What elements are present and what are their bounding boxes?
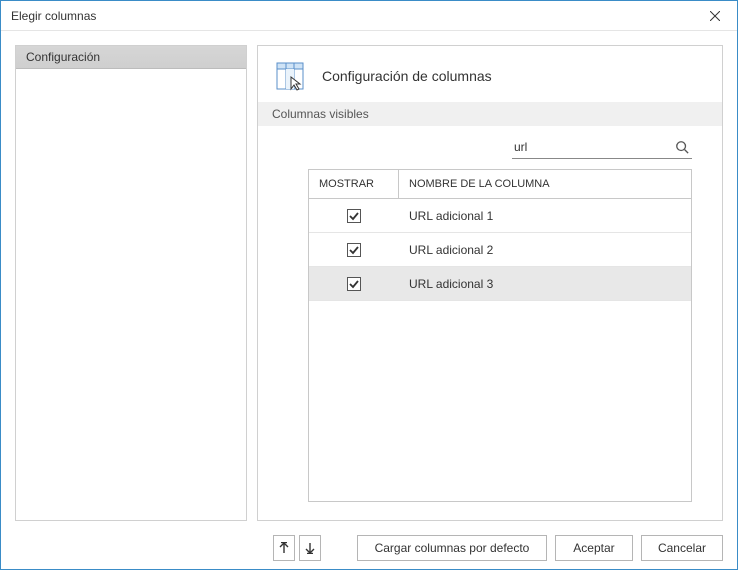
check-icon [349,211,359,221]
reorder-tools [273,535,321,561]
close-icon [710,11,720,21]
table-header-show[interactable]: MOSTRAR [309,170,399,198]
panel-header: Configuración de columnas [258,46,722,102]
check-icon [349,245,359,255]
search-row [258,126,722,167]
cell-name: URL adicional 2 [399,243,691,257]
arrow-down-icon [305,542,315,554]
columns-table: MOSTRAR NOMBRE DE LA COLUMNA URL adicion… [308,169,692,502]
table-header-name[interactable]: NOMBRE DE LA COLUMNA [399,170,691,198]
main-panel: Configuración de columnas Columnas visib… [257,45,723,521]
search-input[interactable] [512,137,671,157]
table-body: URL adicional 1 URL adicional 2 URL adicio… [309,199,691,501]
sidebar: Configuración [15,45,247,521]
cell-show [309,277,399,291]
show-checkbox[interactable] [347,243,361,257]
titlebar: Elegir columnas [1,1,737,31]
table-header: MOSTRAR NOMBRE DE LA COLUMNA [309,170,691,199]
cancel-button[interactable]: Cancelar [641,535,723,561]
search-icon [675,140,689,154]
section-label: Columnas visibles [258,102,722,126]
table-row[interactable]: URL adicional 3 [309,267,691,301]
show-checkbox[interactable] [347,277,361,291]
cell-show [309,243,399,257]
search-field-wrap [512,136,692,159]
search-button[interactable] [671,136,692,158]
footer: Cargar columnas por defecto Aceptar Canc… [1,527,737,569]
load-defaults-button[interactable]: Cargar columnas por defecto [357,535,547,561]
cell-show [309,209,399,223]
table-row[interactable]: URL adicional 2 [309,233,691,267]
sidebar-item-configuration[interactable]: Configuración [16,46,246,69]
table-row[interactable]: URL adicional 1 [309,199,691,233]
move-down-button[interactable] [299,535,321,561]
cell-name: URL adicional 3 [399,277,691,291]
columns-icon [276,60,308,92]
window-title: Elegir columnas [11,9,692,23]
content-area: Configuración Configuración de columnas … [1,31,737,527]
cell-name: URL adicional 1 [399,209,691,223]
accept-button[interactable]: Aceptar [555,535,633,561]
close-button[interactable] [692,1,737,31]
panel-title: Configuración de columnas [322,68,492,84]
check-icon [349,279,359,289]
move-up-button[interactable] [273,535,295,561]
arrow-up-icon [279,542,289,554]
show-checkbox[interactable] [347,209,361,223]
